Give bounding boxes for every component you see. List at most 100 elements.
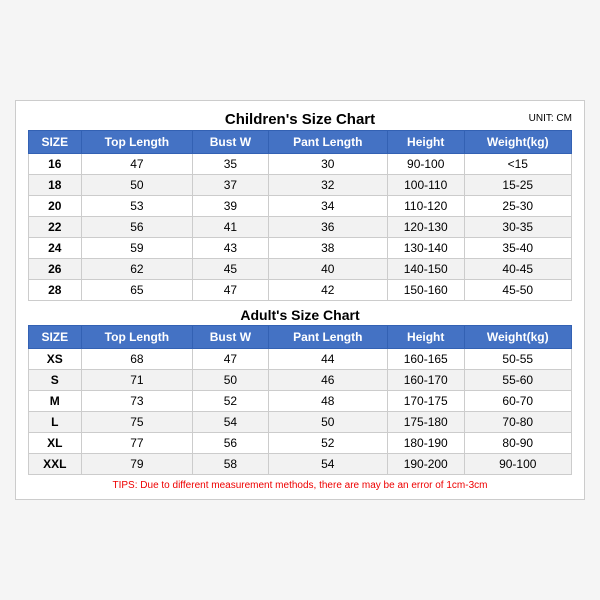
table-cell: 47: [81, 154, 193, 175]
table-cell: 77: [81, 433, 193, 454]
adults-size-table: SIZE Top Length Bust W Pant Length Heigh…: [28, 325, 572, 475]
table-cell: 160-170: [387, 370, 464, 391]
children-size-table: SIZE Top Length Bust W Pant Length Heigh…: [28, 130, 572, 301]
table-cell: 42: [268, 280, 387, 301]
table-cell: 26: [29, 259, 82, 280]
table-cell: 52: [193, 391, 268, 412]
table-cell: 71: [81, 370, 193, 391]
table-cell: 30: [268, 154, 387, 175]
table-row: 20533934110-12025-30: [29, 196, 572, 217]
table-cell: 37: [193, 175, 268, 196]
table-cell: 47: [193, 280, 268, 301]
table-cell: 90-100: [387, 154, 464, 175]
table-cell: 15-25: [464, 175, 571, 196]
table-cell: 70-80: [464, 412, 571, 433]
table-cell: 140-150: [387, 259, 464, 280]
table-cell: 50: [193, 370, 268, 391]
children-col-bust: Bust W: [193, 131, 268, 154]
table-cell: 46: [268, 370, 387, 391]
table-cell: 54: [268, 454, 387, 475]
table-cell: 175-180: [387, 412, 464, 433]
table-cell: 58: [193, 454, 268, 475]
adults-header-row: SIZE Top Length Bust W Pant Length Heigh…: [29, 326, 572, 349]
table-cell: 22: [29, 217, 82, 238]
children-col-pant-length: Pant Length: [268, 131, 387, 154]
table-row: XXL795854190-20090-100: [29, 454, 572, 475]
table-cell: 190-200: [387, 454, 464, 475]
table-cell: 79: [81, 454, 193, 475]
table-cell: 170-175: [387, 391, 464, 412]
children-col-weight: Weight(kg): [464, 131, 571, 154]
adults-col-height: Height: [387, 326, 464, 349]
table-cell: 59: [81, 238, 193, 259]
table-cell: 150-160: [387, 280, 464, 301]
table-cell: 54: [193, 412, 268, 433]
table-row: L755450175-18070-80: [29, 412, 572, 433]
table-cell: 28: [29, 280, 82, 301]
table-cell: 75: [81, 412, 193, 433]
table-cell: 56: [81, 217, 193, 238]
table-cell: 47: [193, 349, 268, 370]
table-cell: 56: [193, 433, 268, 454]
table-cell: L: [29, 412, 82, 433]
adults-col-size: SIZE: [29, 326, 82, 349]
adults-col-pant-length: Pant Length: [268, 326, 387, 349]
table-cell: 41: [193, 217, 268, 238]
table-row: 1647353090-100<15: [29, 154, 572, 175]
table-cell: 90-100: [464, 454, 571, 475]
table-cell: 18: [29, 175, 82, 196]
table-cell: 24: [29, 238, 82, 259]
adults-title: Adult's Size Chart: [28, 301, 572, 325]
table-cell: 45-50: [464, 280, 571, 301]
table-cell: 50: [81, 175, 193, 196]
table-cell: 25-30: [464, 196, 571, 217]
adults-col-bust: Bust W: [193, 326, 268, 349]
table-cell: 62: [81, 259, 193, 280]
table-cell: 36: [268, 217, 387, 238]
table-cell: 44: [268, 349, 387, 370]
table-row: 26624540140-15040-45: [29, 259, 572, 280]
children-table-body: 1647353090-100<1518503732100-11015-25205…: [29, 154, 572, 301]
table-cell: 110-120: [387, 196, 464, 217]
table-cell: 80-90: [464, 433, 571, 454]
table-cell: 35: [193, 154, 268, 175]
table-cell: 130-140: [387, 238, 464, 259]
tips-text: TIPS: Due to different measurement metho…: [28, 480, 572, 491]
table-cell: 53: [81, 196, 193, 217]
table-row: 28654742150-16045-50: [29, 280, 572, 301]
table-cell: 68: [81, 349, 193, 370]
size-chart: Children's Size Chart UNIT: CM SIZE Top …: [15, 100, 585, 500]
table-cell: 100-110: [387, 175, 464, 196]
table-cell: 39: [193, 196, 268, 217]
table-cell: 48: [268, 391, 387, 412]
table-row: M735248170-17560-70: [29, 391, 572, 412]
table-cell: XXL: [29, 454, 82, 475]
table-row: S715046160-17055-60: [29, 370, 572, 391]
table-row: 22564136120-13030-35: [29, 217, 572, 238]
children-col-top-length: Top Length: [81, 131, 193, 154]
children-col-height: Height: [387, 131, 464, 154]
table-cell: 160-165: [387, 349, 464, 370]
table-cell: <15: [464, 154, 571, 175]
table-cell: 43: [193, 238, 268, 259]
table-cell: 55-60: [464, 370, 571, 391]
children-col-size: SIZE: [29, 131, 82, 154]
table-cell: S: [29, 370, 82, 391]
table-cell: 60-70: [464, 391, 571, 412]
table-cell: 20: [29, 196, 82, 217]
table-row: XL775652180-19080-90: [29, 433, 572, 454]
table-cell: 180-190: [387, 433, 464, 454]
table-cell: 120-130: [387, 217, 464, 238]
title-text: Children's Size Chart: [225, 111, 375, 128]
table-row: 18503732100-11015-25: [29, 175, 572, 196]
adults-col-weight: Weight(kg): [464, 326, 571, 349]
table-cell: 35-40: [464, 238, 571, 259]
table-cell: 32: [268, 175, 387, 196]
table-cell: M: [29, 391, 82, 412]
children-header-row: SIZE Top Length Bust W Pant Length Heigh…: [29, 131, 572, 154]
chart-title: Children's Size Chart UNIT: CM: [28, 111, 572, 128]
table-cell: 50-55: [464, 349, 571, 370]
table-cell: 73: [81, 391, 193, 412]
table-row: 24594338130-14035-40: [29, 238, 572, 259]
table-cell: 30-35: [464, 217, 571, 238]
